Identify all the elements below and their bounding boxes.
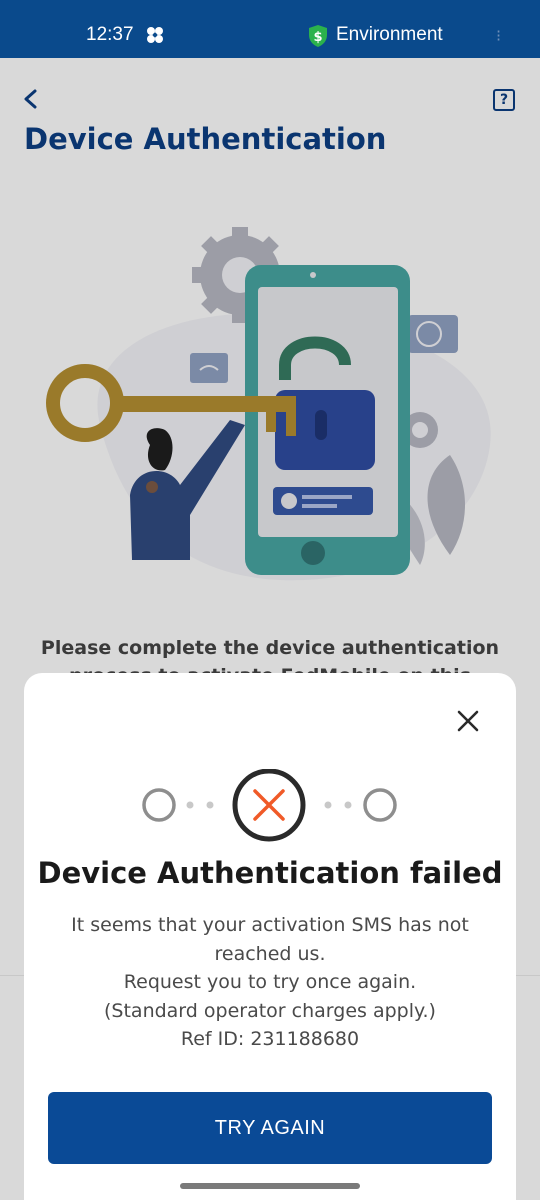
message-line-1: It seems that your activation SMS has no… bbox=[71, 914, 469, 936]
modal-message: It seems that your activation SMS has no… bbox=[44, 911, 496, 1054]
device-key-illustration bbox=[46, 227, 491, 581]
message-line-3: Request you to try once again. bbox=[123, 971, 417, 993]
fan-icon bbox=[147, 27, 163, 43]
progress-steps bbox=[142, 769, 397, 842]
close-icon[interactable] bbox=[454, 707, 482, 735]
status-bar: 12:37 $ Environment ⁝ bbox=[0, 0, 540, 58]
progress-dot bbox=[206, 801, 214, 809]
question-mark-icon[interactable]: ? bbox=[493, 89, 515, 111]
ref-id: Ref ID: 231188680 bbox=[180, 1028, 360, 1050]
try-again-button[interactable]: TRY AGAIN bbox=[48, 1092, 492, 1164]
svg-text:$: $ bbox=[313, 30, 322, 45]
page-title: Device Authentication bbox=[24, 122, 387, 156]
shield-dollar-icon: $ bbox=[309, 25, 327, 47]
message-line-4: (Standard operator charges apply.) bbox=[104, 999, 436, 1022]
step-indicator-pending bbox=[363, 788, 397, 822]
progress-dot bbox=[186, 801, 194, 809]
status-carrier-label: Environment bbox=[336, 24, 443, 45]
signal-icon: ⁝ bbox=[496, 26, 502, 45]
instruction-line-1: Please complete the device authenticatio… bbox=[40, 637, 500, 659]
progress-dot bbox=[344, 801, 352, 809]
auth-failed-modal: Device Authentication failed It seems th… bbox=[24, 673, 516, 1200]
modal-title: Device Authentication failed bbox=[37, 856, 503, 890]
home-indicator[interactable] bbox=[180, 1183, 360, 1189]
status-time: 12:37 bbox=[86, 24, 134, 45]
step-indicator-pending bbox=[142, 788, 176, 822]
progress-dot bbox=[324, 801, 332, 809]
message-line-2: reached us. bbox=[214, 942, 326, 965]
chevron-left-icon[interactable] bbox=[20, 88, 42, 110]
x-mark-icon bbox=[253, 789, 285, 821]
